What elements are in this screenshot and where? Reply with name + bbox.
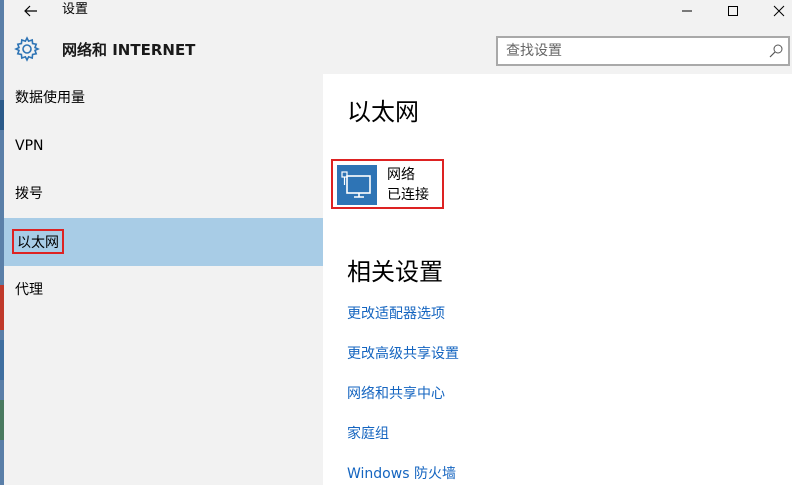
window-title: 设置 [62, 2, 89, 17]
maximize-icon [728, 6, 738, 16]
sidebar-item-label: VPN [15, 138, 44, 154]
sidebar: 数据使用量 VPN 拨号 以太网 代理 [4, 74, 323, 485]
minimize-icon [682, 10, 692, 12]
gear-icon [14, 36, 40, 62]
sidebar-item-label: 以太网 [12, 229, 64, 254]
main-content: 以太网 网络 已连接 相关设置 更改适配器选项 更改高级共享设置 网络和共享中心… [323, 74, 792, 485]
maximize-button[interactable] [710, 0, 756, 22]
sidebar-item-data-usage[interactable]: 数据使用量 [4, 74, 323, 122]
back-button[interactable] [18, 0, 44, 22]
close-icon [773, 5, 785, 17]
search-icon[interactable] [768, 43, 784, 59]
search-box[interactable] [496, 36, 790, 66]
title-bar: 设置 [4, 0, 792, 22]
sidebar-item-label: 代理 [15, 282, 43, 298]
link-advanced-sharing[interactable]: 更改高级共享设置 [347, 345, 459, 363]
link-homegroup[interactable]: 家庭组 [347, 425, 389, 443]
sidebar-item-label: 拨号 [15, 186, 43, 202]
minimize-button[interactable] [664, 0, 710, 22]
sidebar-item-ethernet[interactable]: 以太网 [4, 218, 323, 266]
close-button[interactable] [756, 0, 792, 22]
network-name: 网络 [387, 167, 415, 183]
monitor-network-icon [341, 171, 371, 198]
network-icon-tile [337, 165, 377, 205]
search-input[interactable] [506, 42, 756, 60]
settings-header: 网络和 INTERNET [4, 22, 792, 74]
back-arrow-icon [24, 5, 37, 17]
sidebar-item-label: 数据使用量 [15, 90, 85, 106]
section-title: 网络和 INTERNET [62, 41, 196, 59]
network-tile[interactable]: 网络 已连接 [331, 159, 444, 209]
sidebar-item-vpn[interactable]: VPN [4, 122, 323, 170]
related-settings-title: 相关设置 [347, 258, 443, 286]
sidebar-item-proxy[interactable]: 代理 [4, 266, 323, 314]
link-network-sharing-center[interactable]: 网络和共享中心 [347, 385, 445, 403]
network-status: 已连接 [387, 187, 429, 203]
page-title: 以太网 [347, 98, 419, 126]
link-change-adapter-options[interactable]: 更改适配器选项 [347, 305, 445, 323]
link-windows-firewall[interactable]: Windows 防火墙 [347, 465, 456, 483]
sidebar-item-dialup[interactable]: 拨号 [4, 170, 323, 218]
